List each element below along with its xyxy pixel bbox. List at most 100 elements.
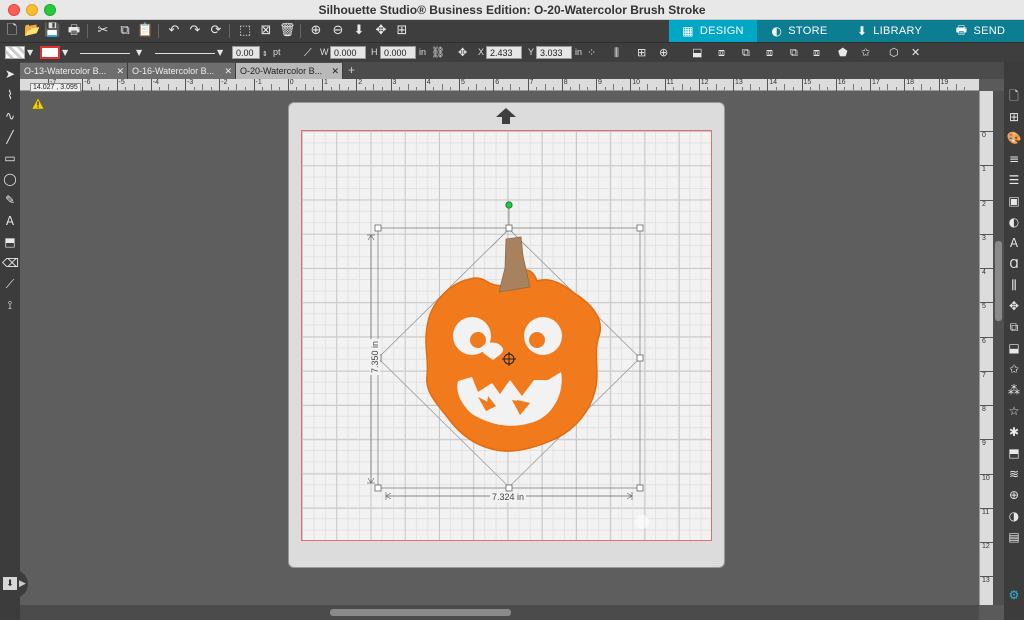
- cutting-area[interactable]: [301, 130, 712, 541]
- redo-icon[interactable]: ↷: [187, 23, 203, 39]
- gradient-icon[interactable]: ◐: [1006, 214, 1022, 230]
- arrange-icon[interactable]: ⬓: [692, 46, 702, 60]
- line-settings-icon[interactable]: ≡: [1006, 151, 1022, 167]
- horizontal-scroll-thumb[interactable]: [330, 609, 511, 616]
- sketch-icon[interactable]: ≋: [1006, 466, 1022, 482]
- pan-icon[interactable]: ✥: [373, 23, 389, 39]
- vertical-scrollbar[interactable]: [993, 91, 1004, 605]
- rhinestone-icon[interactable]: ☆: [1006, 403, 1022, 419]
- tab-design[interactable]: ▦ DESIGN: [669, 20, 757, 42]
- refresh-icon[interactable]: ⟳: [208, 23, 224, 39]
- close-icon[interactable]: ✕: [224, 63, 232, 79]
- height-input[interactable]: 0.000: [380, 46, 416, 59]
- group-icon[interactable]: ⧉: [742, 46, 750, 60]
- fill-color-swatch[interactable]: [5, 46, 25, 59]
- close-icon[interactable]: ✕: [331, 63, 339, 79]
- print-icon[interactable]: 🖶: [66, 23, 82, 39]
- fit-to-window-icon[interactable]: ⊞: [394, 23, 410, 39]
- x-position-input[interactable]: 2.433: [486, 46, 522, 59]
- modify-icon[interactable]: ⬓: [1006, 340, 1022, 356]
- move-icon[interactable]: ✥: [458, 46, 467, 60]
- eraser-icon[interactable]: ⌫: [2, 255, 19, 271]
- layers-icon[interactable]: ☰: [1006, 172, 1022, 188]
- map-icon[interactable]: ▤: [1006, 529, 1022, 545]
- chevron-down-icon[interactable]: ▼: [136, 46, 142, 60]
- undo-icon[interactable]: ↶: [166, 23, 182, 39]
- grid-settings-icon[interactable]: ⊞: [1006, 109, 1022, 125]
- zoom-out-icon[interactable]: ⊖: [330, 23, 346, 39]
- page-setup-icon[interactable]: 🗋: [1006, 88, 1022, 104]
- eyedropper-icon[interactable]: ⟟: [2, 297, 18, 313]
- line-end-selector[interactable]: [155, 53, 215, 54]
- nesting-icon[interactable]: ⊕: [1006, 487, 1022, 503]
- delete-icon[interactable]: 🗑: [279, 23, 296, 39]
- text-path-icon[interactable]: Ɑ: [1006, 256, 1022, 272]
- size-tool-icon[interactable]: ⟋: [304, 46, 312, 60]
- add-tab-button[interactable]: +: [345, 64, 358, 77]
- fill-bucket-icon[interactable]: ⬒: [2, 234, 18, 250]
- ellipse-tool-icon[interactable]: ◯: [2, 171, 18, 187]
- new-document-icon[interactable]: 🗋: [4, 23, 20, 39]
- save-icon[interactable]: 💾: [44, 23, 60, 39]
- weld-icon[interactable]: ⬟: [838, 46, 848, 60]
- puzzle-icon[interactable]: ✱: [1006, 424, 1022, 440]
- replicate-icon[interactable]: ⧉: [1006, 319, 1022, 335]
- line-width-input[interactable]: 0.00: [232, 46, 260, 59]
- vertical-scroll-thumb[interactable]: [995, 241, 1002, 321]
- deselect-icon[interactable]: ⊠: [258, 23, 274, 39]
- copy-icon[interactable]: ⧉: [117, 23, 133, 39]
- fill-panel-icon[interactable]: ▣: [1006, 193, 1022, 209]
- offset-icon[interactable]: ✩: [1006, 361, 1022, 377]
- tab-send[interactable]: 🖶 SEND: [937, 20, 1024, 42]
- line-style-selector[interactable]: [80, 53, 130, 54]
- rectangle-tool-icon[interactable]: ▭: [2, 150, 18, 166]
- transform-icon[interactable]: ⧈: [718, 46, 725, 60]
- release-compound-icon[interactable]: ⧈: [813, 46, 820, 60]
- horizontal-scrollbar[interactable]: [20, 605, 979, 620]
- text-style-icon[interactable]: A: [1006, 235, 1022, 251]
- star-tool-icon[interactable]: ✩: [861, 46, 870, 60]
- compound-path-icon[interactable]: ⧉: [790, 46, 798, 60]
- bezier-icon[interactable]: ∿: [2, 108, 18, 124]
- select-all-icon[interactable]: ⬚: [237, 23, 253, 39]
- align-icon[interactable]: ⫼: [614, 46, 619, 60]
- stepper-icon[interactable]: ⇕: [262, 47, 268, 61]
- zoom-in-icon[interactable]: ⊕: [308, 23, 324, 39]
- doc-tab-active[interactable]: O-20-Watercolor B... ✕: [236, 63, 343, 79]
- transform-panel-icon[interactable]: ✥: [1006, 298, 1022, 314]
- freehand-icon[interactable]: ✎: [2, 192, 18, 208]
- center-icon[interactable]: ⊞: [637, 46, 646, 60]
- width-input[interactable]: 0.000: [330, 46, 366, 59]
- panel-toggle-button[interactable]: ⬇ ▶: [0, 570, 28, 598]
- doc-tab[interactable]: O-16-Watercolor B... ✕: [128, 63, 236, 79]
- line-tool-icon[interactable]: ╱: [2, 129, 18, 145]
- close-icon[interactable]: ✕: [116, 63, 124, 79]
- chevron-down-icon[interactable]: ▼: [62, 46, 68, 60]
- tab-store[interactable]: ◐ STORE: [757, 20, 842, 42]
- line-color-swatch[interactable]: [40, 46, 60, 59]
- paste-icon[interactable]: 📋: [137, 23, 153, 39]
- trace-icon[interactable]: ⁂: [1006, 382, 1022, 398]
- text-tool-icon[interactable]: A: [2, 213, 18, 229]
- reference-point-icon[interactable]: ⁘: [587, 46, 596, 60]
- library-panel-icon[interactable]: ⬒: [1006, 445, 1022, 461]
- zoom-to-page-icon[interactable]: ⬇: [351, 23, 367, 39]
- tab-library[interactable]: ⬇ LIBRARY: [842, 20, 937, 42]
- align-panel-icon[interactable]: ⫼: [1006, 277, 1022, 293]
- open-folder-icon[interactable]: 📂: [24, 23, 40, 39]
- shadow-icon[interactable]: ◑: [1006, 508, 1022, 524]
- cut-icon[interactable]: ✂: [95, 23, 111, 39]
- close-icon[interactable]: ✕: [911, 46, 920, 60]
- ungroup-icon[interactable]: ⧈: [766, 46, 773, 60]
- chevron-down-icon[interactable]: ▼: [27, 46, 33, 60]
- pointer-icon[interactable]: ➤: [2, 66, 18, 82]
- chevron-down-icon[interactable]: ▼: [217, 46, 223, 60]
- palette-icon[interactable]: 🎨: [1006, 130, 1022, 146]
- knife-icon[interactable]: ⟋: [2, 276, 18, 292]
- point-edit-icon[interactable]: ⌇: [2, 87, 18, 103]
- center-to-page-icon[interactable]: ⊕: [659, 46, 668, 60]
- y-position-input[interactable]: 3.033: [536, 46, 572, 59]
- settings-gear-icon[interactable]: ⚙: [1006, 587, 1022, 603]
- lock-aspect-icon[interactable]: ⛓: [431, 46, 445, 60]
- 3d-box-icon[interactable]: ⬡: [889, 46, 899, 60]
